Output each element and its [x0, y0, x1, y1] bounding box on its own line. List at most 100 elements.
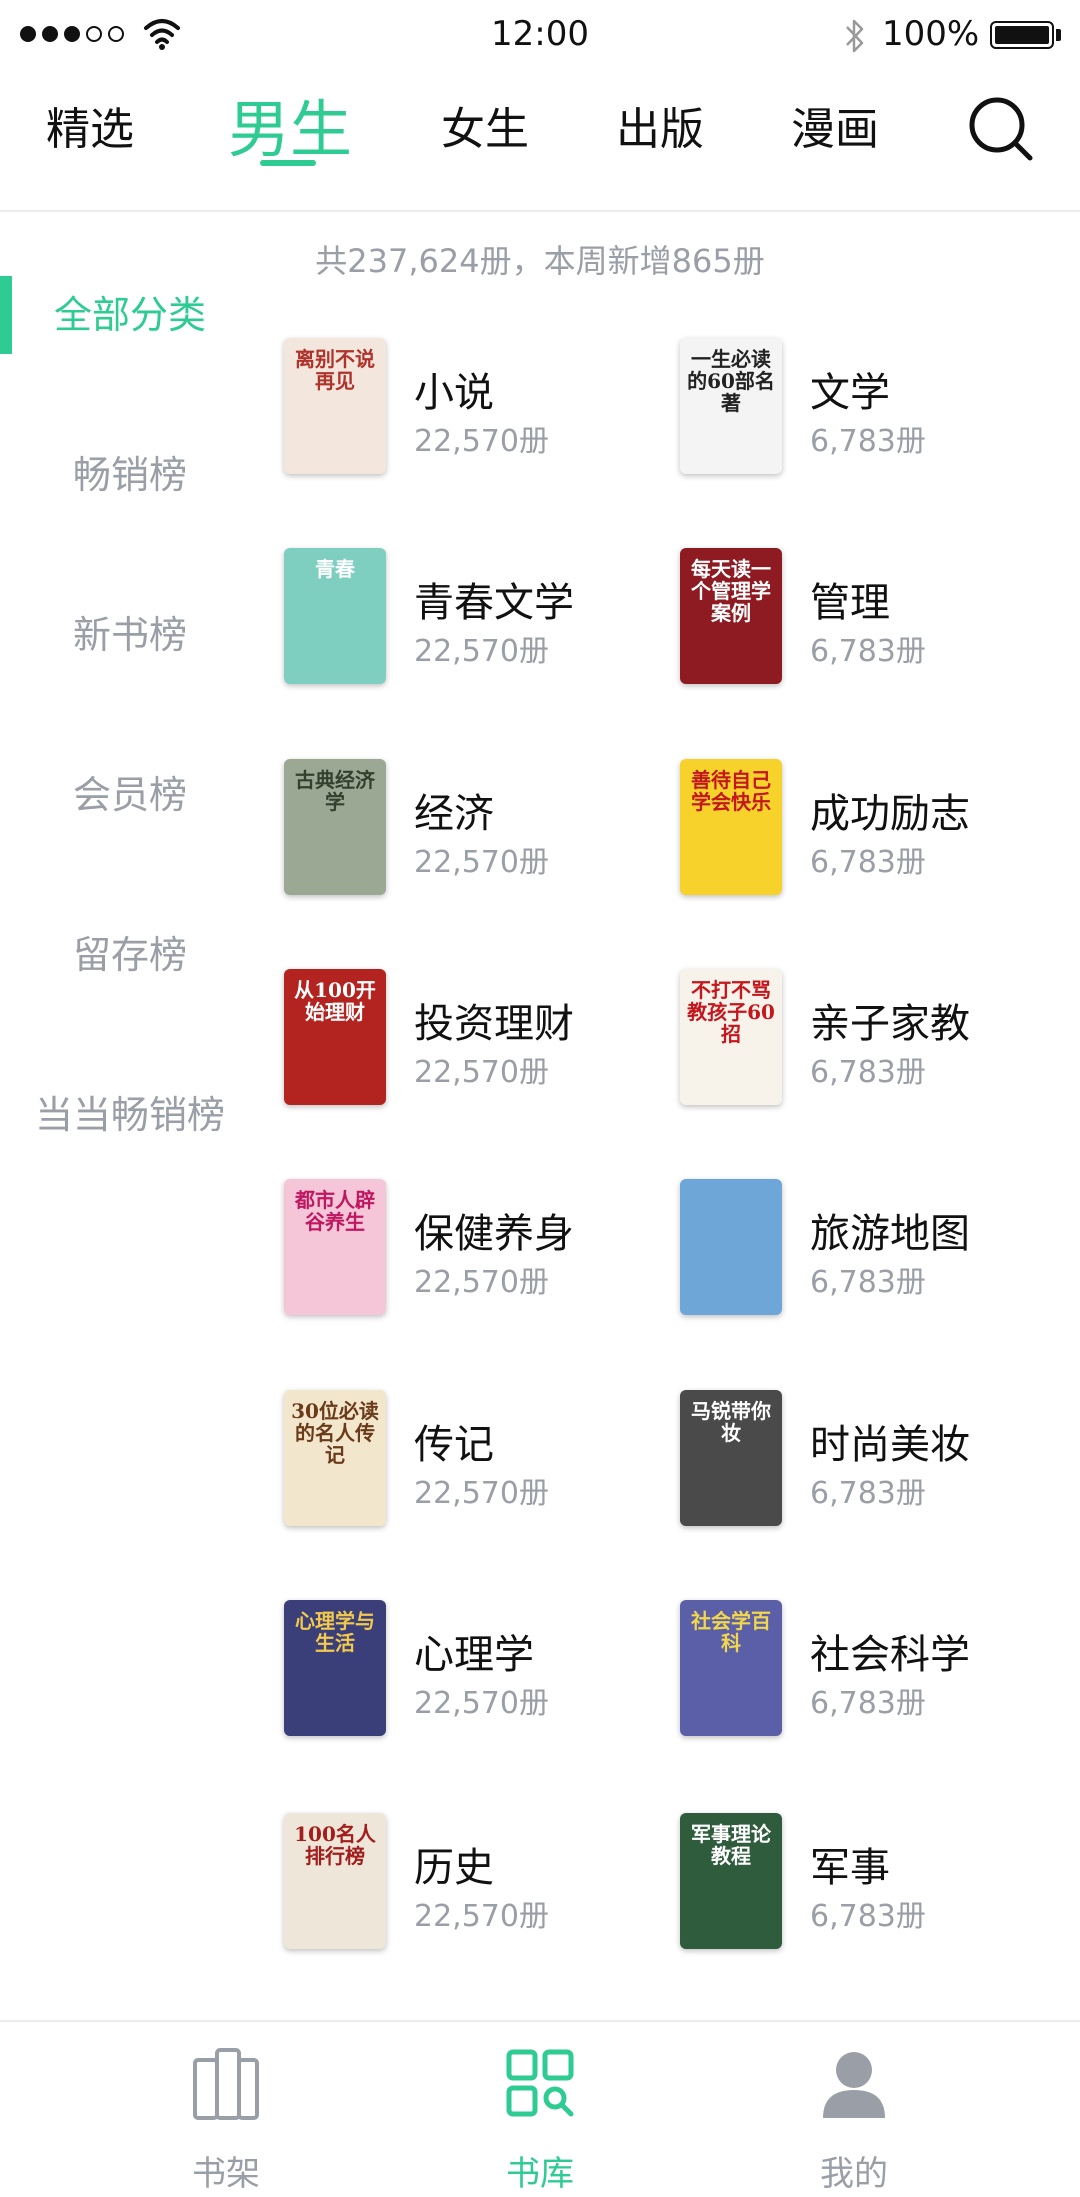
category-count: 6,783册 — [810, 1899, 926, 1934]
tab-profile[interactable]: 我的 — [754, 2022, 954, 2197]
sidebar-item-label: 畅销榜 — [72, 453, 187, 497]
category-name: 亲子家教 — [810, 1001, 970, 1047]
sidebar-active-indicator — [0, 276, 12, 354]
search-icon[interactable] — [966, 94, 1036, 164]
book-cover — [680, 1179, 782, 1315]
category-count: 6,783册 — [810, 634, 926, 669]
category-count: 22,570册 — [414, 845, 549, 880]
sidebar-item-bestsellers[interactable]: 畅销榜 — [0, 430, 260, 520]
cover-title: 不打不骂教孩子60招 — [687, 978, 775, 1046]
book-cover: 心理学与生活 — [284, 1600, 386, 1736]
category-count: 6,783册 — [810, 1686, 926, 1721]
bluetooth-icon — [846, 19, 864, 53]
category-count: 6,783册 — [810, 845, 926, 880]
category-count: 6,783册 — [810, 1476, 926, 1511]
sidebar-item-retention[interactable]: 留存榜 — [0, 910, 260, 1000]
category-item[interactable]: 旅游地图 6,783册 — [680, 1179, 1050, 1319]
category-item[interactable]: 军事理论教程 军事 6,783册 — [680, 1813, 1050, 1953]
tab-label: 我的 — [820, 2154, 888, 2194]
tab-publishing[interactable]: 出版 — [595, 70, 725, 190]
cover-title: 每天读一个管理学案例 — [691, 557, 771, 625]
sidebar-item-all-categories[interactable]: 全部分类 — [0, 270, 260, 360]
category-name: 社会科学 — [810, 1632, 970, 1678]
category-item[interactable]: 一生必读的60部名著 文学 6,783册 — [680, 338, 1050, 478]
category-item[interactable]: 古典经济学 经济 22,570册 — [284, 759, 654, 899]
book-cover: 善待自己 学会快乐 — [680, 759, 782, 895]
sidebar-item-label: 会员榜 — [72, 773, 187, 817]
book-cover: 马锐带你妆 — [680, 1390, 782, 1526]
category-item[interactable]: 100名人排行榜 历史 22,570册 — [284, 1813, 654, 1953]
active-tab-underline — [260, 160, 316, 166]
cover-title: 心理学与生活 — [295, 1609, 375, 1655]
cover-title: 一生必读的60部名著 — [687, 347, 775, 415]
tab-bookshelf[interactable]: 书架 — [126, 2022, 326, 2197]
category-count: 22,570册 — [414, 424, 549, 459]
book-cover: 古典经济学 — [284, 759, 386, 895]
category-item[interactable]: 每天读一个管理学案例 管理 6,783册 — [680, 548, 1050, 688]
status-bar: 12:00 100% — [0, 0, 1080, 70]
battery-icon — [990, 21, 1054, 49]
category-count: 22,570册 — [414, 634, 549, 669]
category-item[interactable]: 从100开始理财 投资理财 22,570册 — [284, 969, 654, 1109]
category-count: 6,783册 — [810, 1265, 926, 1300]
category-count: 22,570册 — [414, 1055, 549, 1090]
category-item[interactable]: 都市人辟谷养生 保健养身 22,570册 — [284, 1179, 654, 1319]
category-count: 22,570册 — [414, 1686, 549, 1721]
category-name: 小说 — [414, 370, 494, 416]
book-cover: 每天读一个管理学案例 — [680, 548, 782, 684]
category-name: 经济 — [414, 791, 494, 837]
category-name: 旅游地图 — [810, 1211, 970, 1257]
category-count: 6,783册 — [810, 1055, 926, 1090]
tab-label: 书架 — [192, 2154, 260, 2194]
battery-percentage: 100% — [882, 14, 980, 54]
book-cover: 都市人辟谷养生 — [284, 1179, 386, 1315]
category-item[interactable]: 30位必读的名人传记 传记 22,570册 — [284, 1390, 654, 1530]
sidebar-item-new-books[interactable]: 新书榜 — [0, 590, 260, 680]
category-name: 时尚美妆 — [810, 1422, 970, 1468]
category-item[interactable]: 马锐带你妆 时尚美妆 6,783册 — [680, 1390, 1050, 1530]
category-item[interactable]: 社会学百科 社会科学 6,783册 — [680, 1600, 1050, 1740]
bottom-tab-bar: 书架 书库 我的 — [0, 2020, 1080, 2197]
tab-comics[interactable]: 漫画 — [770, 70, 900, 190]
category-count: 22,570册 — [414, 1265, 549, 1300]
sidebar-item-dangdang-bestsellers[interactable]: 当当畅销榜 — [0, 1070, 260, 1160]
bookshelf-icon — [193, 2048, 259, 2120]
sidebar-item-label: 留存榜 — [72, 933, 187, 977]
category-name: 文学 — [810, 370, 890, 416]
category-item[interactable]: 心理学与生活 心理学 22,570册 — [284, 1600, 654, 1740]
book-cover: 社会学百科 — [680, 1600, 782, 1736]
cover-title: 军事理论教程 — [691, 1822, 771, 1868]
tab-male[interactable]: 男生 — [220, 70, 360, 190]
tab-library[interactable]: 书库 — [440, 2022, 640, 2197]
cover-title: 30位必读的名人传记 — [291, 1399, 379, 1467]
book-cover: 不打不骂教孩子60招 — [680, 969, 782, 1105]
cover-title: 善待自己 学会快乐 — [691, 768, 771, 814]
tab-female[interactable]: 女生 — [420, 70, 550, 190]
category-name: 青春文学 — [414, 580, 574, 626]
category-name: 历史 — [414, 1845, 494, 1891]
tab-featured[interactable]: 精选 — [30, 70, 150, 190]
category-name: 心理学 — [414, 1632, 534, 1678]
category-name: 投资理财 — [414, 1001, 574, 1047]
category-item[interactable]: 不打不骂教孩子60招 亲子家教 6,783册 — [680, 969, 1050, 1109]
category-item[interactable]: 离别不说再见 小说 22,570册 — [284, 338, 654, 478]
category-name: 传记 — [414, 1422, 494, 1468]
sidebar-item-members[interactable]: 会员榜 — [0, 750, 260, 840]
sidebar-item-label: 新书榜 — [72, 613, 187, 657]
category-count: 22,570册 — [414, 1476, 549, 1511]
cover-title: 100名人排行榜 — [294, 1822, 376, 1868]
sidebar-item-label: 当当畅销榜 — [34, 1093, 225, 1137]
cover-title: 社会学百科 — [691, 1609, 771, 1655]
sidebar-item-label: 全部分类 — [53, 293, 206, 337]
cover-title: 离别不说再见 — [295, 347, 375, 393]
book-cover: 离别不说再见 — [284, 338, 386, 474]
book-cover: 一生必读的60部名著 — [680, 338, 782, 474]
cover-title: 青春 — [315, 557, 355, 581]
cover-title: 古典经济学 — [295, 768, 375, 814]
category-name: 保健养身 — [414, 1211, 574, 1257]
catalog-summary: 共237,624册，本周新增865册 — [315, 242, 765, 280]
category-item[interactable]: 青春 青春文学 22,570册 — [284, 548, 654, 688]
category-count: 6,783册 — [810, 424, 926, 459]
category-item[interactable]: 善待自己 学会快乐 成功励志 6,783册 — [680, 759, 1050, 899]
book-cover: 100名人排行榜 — [284, 1813, 386, 1949]
